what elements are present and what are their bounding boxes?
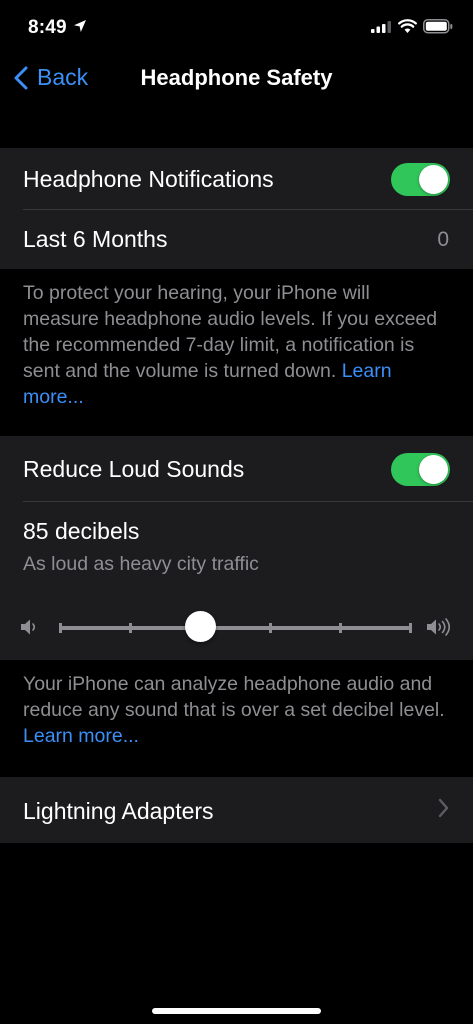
reduce-loud-footer-text: Your iPhone can analyze headphone audio … <box>23 673 445 721</box>
status-time: 8:49 <box>28 17 67 38</box>
slider-tick <box>58 623 62 633</box>
reduce-loud-sounds-row: Reduce Loud Sounds <box>0 436 473 502</box>
row-separator <box>23 501 473 502</box>
toggle-knob <box>419 455 448 484</box>
reduce-loud-footer: Your iPhone can analyze headphone audio … <box>23 671 451 749</box>
slider-thumb[interactable] <box>184 611 216 642</box>
decibel-description: As loud as heavy city traffic <box>23 553 259 575</box>
slider-tick <box>128 623 132 633</box>
location-arrow-icon <box>74 20 86 32</box>
cellular-signal-icon <box>371 21 391 33</box>
notifications-group: Headphone Notifications Last 6 Months 0 <box>0 148 473 269</box>
lightning-adapters-row[interactable]: Lightning Adapters <box>0 777 473 843</box>
reduce-loud-sounds-label: Reduce Loud Sounds <box>23 456 245 482</box>
last-6-months-label: Last 6 Months <box>23 226 168 252</box>
battery-icon <box>423 19 453 34</box>
last-6-months-value: 0 <box>437 228 449 251</box>
last-6-months-row[interactable]: Last 6 Months 0 <box>0 210 473 269</box>
volume-low-icon <box>21 619 36 635</box>
home-indicator[interactable] <box>152 1008 321 1014</box>
decibel-level-label: 85 decibels <box>23 518 140 544</box>
slider-tick <box>338 623 342 633</box>
decibel-slider <box>0 600 473 660</box>
chevron-right-icon <box>438 798 449 818</box>
status-bar: 8:49 <box>0 0 473 56</box>
notifications-footer: To protect your hearing, your iPhone wil… <box>23 280 451 410</box>
slider-track[interactable] <box>58 623 412 633</box>
navigation-bar: Back Headphone Safety <box>0 56 473 104</box>
toggle-knob <box>419 165 448 194</box>
headphone-notifications-label: Headphone Notifications <box>23 166 274 192</box>
headphone-notifications-row: Headphone Notifications <box>0 148 473 210</box>
slider-tick <box>408 623 412 633</box>
learn-more-link[interactable]: Learn more... <box>23 725 139 747</box>
slider-tick <box>268 623 272 633</box>
wifi-icon <box>398 19 417 33</box>
page-title: Headphone Safety <box>140 65 333 90</box>
reduce-loud-sounds-toggle[interactable] <box>391 453 450 486</box>
reduce-loud-group: Reduce Loud Sounds 85 decibels As loud a… <box>0 436 473 660</box>
lightning-adapters-label: Lightning Adapters <box>23 798 214 824</box>
lightning-adapters-group: Lightning Adapters <box>0 777 473 843</box>
headphone-notifications-toggle[interactable] <box>391 163 450 196</box>
volume-high-icon <box>427 618 451 636</box>
